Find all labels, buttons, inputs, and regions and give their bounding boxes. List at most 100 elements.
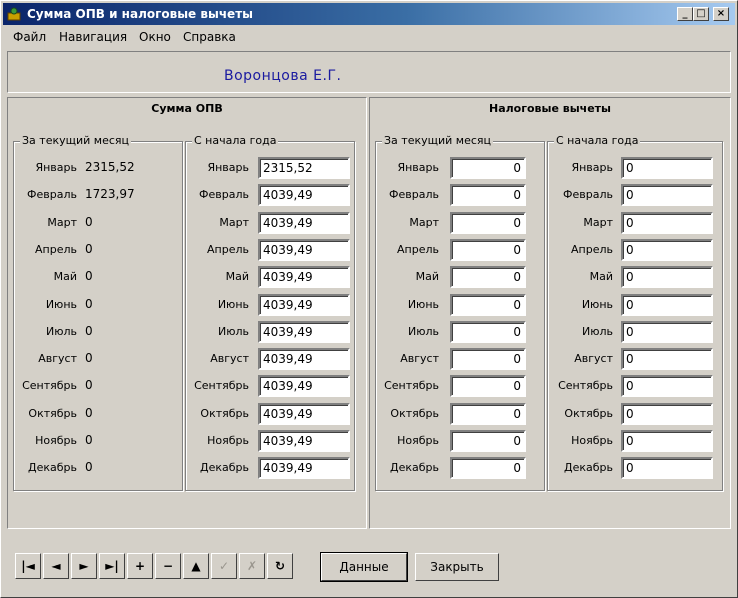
tax-year-field[interactable]: 0 <box>621 348 713 370</box>
tax-current-month-label: Август <box>400 352 439 365</box>
tax-year-field[interactable]: 0 <box>621 457 713 479</box>
tax-year-start-title: С начала года <box>554 134 641 147</box>
opv-year-month-label: Август <box>210 352 249 365</box>
person-name: Воронцова Е.Г. <box>224 68 342 84</box>
opv-current-month-label: Декабрь <box>28 461 77 474</box>
tax-current-field[interactable]: 0 <box>450 157 526 179</box>
opv-year-field[interactable]: 4039,49 <box>258 239 350 261</box>
opv-year-month-label: Декабрь <box>200 461 249 474</box>
first-record-button[interactable]: |◄ <box>15 553 41 579</box>
opv-current-value: 0 <box>85 351 93 365</box>
minimize-button[interactable]: _ <box>677 7 693 21</box>
tax-current-field[interactable]: 0 <box>450 430 526 452</box>
last-record-button[interactable]: ►| <box>99 553 125 579</box>
tax-current-field[interactable]: 0 <box>450 184 526 206</box>
menu-navigation[interactable]: Навигация <box>59 30 127 44</box>
opv-year-field[interactable]: 4039,49 <box>258 375 350 397</box>
maximize-button[interactable]: □ <box>693 7 709 21</box>
menu-window[interactable]: Окно <box>139 30 171 44</box>
opv-year-field[interactable]: 4039,49 <box>258 266 350 288</box>
tax-year-field[interactable]: 0 <box>621 321 713 343</box>
menu-help[interactable]: Справка <box>183 30 236 44</box>
opv-year-field[interactable]: 4039,49 <box>258 348 350 370</box>
opv-current-value: 0 <box>85 215 93 229</box>
tax-year-month-label: Март <box>583 216 613 229</box>
tax-current-month-label: Июнь <box>407 298 439 311</box>
tax-current-field[interactable]: 0 <box>450 294 526 316</box>
tax-year-month-label: Октябрь <box>564 407 613 420</box>
close-button[interactable]: Закрыть <box>415 553 499 581</box>
prior-record-button[interactable]: ◄ <box>43 553 69 579</box>
opv-current-value: 1723,97 <box>85 187 135 201</box>
tax-year-field[interactable]: 0 <box>621 375 713 397</box>
tax-current-month-label: Сентябрь <box>384 379 439 392</box>
opv-year-field[interactable]: 4039,49 <box>258 457 350 479</box>
tax-year-field[interactable]: 0 <box>621 430 713 452</box>
tax-current-month-label: Октябрь <box>390 407 439 420</box>
opv-year-field[interactable]: 4039,49 <box>258 184 350 206</box>
up-triangle-icon: ▲ <box>191 559 201 573</box>
minus-icon: − <box>162 559 174 573</box>
tax-current-month-label: Июль <box>407 325 439 338</box>
tax-year-field[interactable]: 0 <box>621 157 713 179</box>
post-record-button[interactable]: ✓ <box>211 553 237 579</box>
tax-year-field[interactable]: 0 <box>621 266 713 288</box>
delete-record-button[interactable]: − <box>155 553 181 579</box>
opv-year-month-label: Март <box>219 216 249 229</box>
tax-year-month-label: Апрель <box>571 243 613 256</box>
opv-year-field[interactable]: 4039,49 <box>258 321 350 343</box>
data-button[interactable]: Данные <box>320 552 408 582</box>
opv-year-month-label: Сентябрь <box>194 379 249 392</box>
tax-current-field[interactable]: 0 <box>450 403 526 425</box>
tax-current-field[interactable]: 0 <box>450 457 526 479</box>
tax-year-field[interactable]: 0 <box>621 294 713 316</box>
opv-current-month-label: Июль <box>45 325 77 338</box>
refresh-button[interactable]: ↻ <box>267 553 293 579</box>
plus-icon: + <box>134 559 146 573</box>
tax-year-month-label: Июль <box>581 325 613 338</box>
cancel-record-button[interactable]: ✗ <box>239 553 265 579</box>
opv-year-month-label: Июнь <box>217 298 249 311</box>
tax-year-field[interactable]: 0 <box>621 212 713 234</box>
tax-current-month-title: За текущий месяц <box>382 134 493 147</box>
tax-current-month-label: Ноябрь <box>397 434 439 447</box>
title-bar[interactable]: Сумма ОПВ и налоговые вычеты _ □ × <box>3 3 735 25</box>
opv-year-field[interactable]: 4039,49 <box>258 403 350 425</box>
next-record-button[interactable]: ► <box>71 553 97 579</box>
tax-current-field[interactable]: 0 <box>450 212 526 234</box>
tax-year-month-label: Январь <box>571 161 613 174</box>
tax-year-month-label: Декабрь <box>564 461 613 474</box>
tax-current-field[interactable]: 0 <box>450 266 526 288</box>
opv-current-month-label: Август <box>38 352 77 365</box>
opv-year-field[interactable]: 4039,49 <box>258 294 350 316</box>
opv-current-value: 2315,52 <box>85 160 135 174</box>
tax-current-field[interactable]: 0 <box>450 375 526 397</box>
tax-current-month-label: Декабрь <box>390 461 439 474</box>
opv-year-field[interactable]: 2315,52 <box>258 157 350 179</box>
opv-current-month-label: Январь <box>35 161 77 174</box>
tax-current-field[interactable]: 0 <box>450 321 526 343</box>
tax-current-month-label: Январь <box>397 161 439 174</box>
opv-year-field[interactable]: 4039,49 <box>258 212 350 234</box>
opv-current-value: 0 <box>85 406 93 420</box>
edit-record-button[interactable]: ▲ <box>183 553 209 579</box>
tax-current-month-label: Февраль <box>389 188 439 201</box>
tax-current-month-label: Март <box>409 216 439 229</box>
refresh-icon: ↻ <box>274 559 286 573</box>
tax-current-field[interactable]: 0 <box>450 348 526 370</box>
menu-file[interactable]: Файл <box>13 30 46 44</box>
opv-current-value: 0 <box>85 460 93 474</box>
tax-year-month-label: Февраль <box>563 188 613 201</box>
opv-current-month-label: Май <box>53 270 77 283</box>
close-window-button[interactable]: × <box>713 7 729 21</box>
tax-year-field[interactable]: 0 <box>621 184 713 206</box>
tax-current-month-label: Апрель <box>397 243 439 256</box>
opv-year-month-label: Январь <box>207 161 249 174</box>
tax-current-field[interactable]: 0 <box>450 239 526 261</box>
opv-year-month-label: Май <box>225 270 249 283</box>
tax-year-field[interactable]: 0 <box>621 403 713 425</box>
insert-record-button[interactable]: + <box>127 553 153 579</box>
opv-year-field[interactable]: 4039,49 <box>258 430 350 452</box>
opv-current-month-label: Сентябрь <box>22 379 77 392</box>
tax-year-field[interactable]: 0 <box>621 239 713 261</box>
